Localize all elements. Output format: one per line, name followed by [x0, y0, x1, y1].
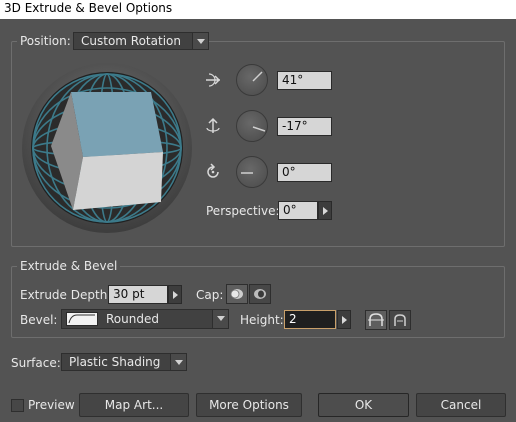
height-label: Height:	[240, 313, 284, 327]
rotate-y-axis-icon	[203, 116, 223, 136]
y-rotation-field[interactable]: -17°	[277, 117, 332, 136]
cap-label: Cap:	[196, 288, 224, 302]
rotate-x-axis-icon	[203, 70, 223, 90]
ok-button[interactable]: OK	[318, 393, 409, 417]
height-field[interactable]: 2	[284, 310, 336, 329]
chevron-down-icon	[192, 33, 208, 49]
extrude-depth-field[interactable]: 30 pt	[108, 285, 168, 304]
bevel-preview-icon	[66, 312, 98, 326]
bevel-dropdown[interactable]: Rounded	[61, 309, 229, 329]
y-rotation-knob[interactable]	[236, 110, 268, 142]
surface-label: Surface:	[11, 356, 61, 370]
rotation-track-cube[interactable]	[21, 62, 193, 234]
perspective-slider-toggle[interactable]	[318, 201, 332, 220]
more-options-button[interactable]: More Options	[196, 393, 302, 417]
position-label: Position:	[17, 34, 74, 48]
cap-on-icon[interactable]	[226, 284, 248, 304]
height-slider-toggle[interactable]	[337, 310, 351, 329]
x-rotation-knob[interactable]	[236, 64, 268, 96]
window-title: 3D Extrude & Bevel Options	[0, 0, 516, 19]
cancel-button[interactable]: Cancel	[416, 393, 506, 417]
bevel-extent-out-icon[interactable]	[365, 310, 387, 330]
perspective-label: Perspective:	[206, 204, 280, 218]
rotate-z-axis-icon	[203, 162, 223, 182]
surface-value: Plastic Shading	[69, 355, 161, 369]
bevel-label: Bevel:	[20, 313, 58, 327]
x-rotation-field[interactable]: 41°	[277, 71, 332, 90]
chevron-down-icon	[170, 354, 186, 370]
preview-checkbox[interactable]	[11, 399, 24, 412]
surface-dropdown[interactable]: Plastic Shading	[61, 353, 187, 371]
extrude-depth-slider-toggle[interactable]	[168, 285, 182, 304]
position-preset-dropdown[interactable]: Custom Rotation	[73, 32, 209, 50]
position-preset-value: Custom Rotation	[81, 34, 181, 48]
perspective-field[interactable]: 0°	[278, 201, 318, 220]
chevron-down-icon	[212, 310, 228, 328]
extrude-depth-label: Extrude Depth:	[20, 288, 112, 302]
z-rotation-field[interactable]: 0°	[277, 163, 332, 182]
preview-label[interactable]: Preview	[28, 398, 75, 412]
bevel-value: Rounded	[106, 312, 159, 326]
extrude-bevel-label: Extrude & Bevel	[17, 259, 121, 273]
map-art-button[interactable]: Map Art...	[79, 393, 189, 417]
z-rotation-knob[interactable]	[236, 156, 268, 188]
cap-off-icon[interactable]	[249, 284, 271, 304]
bevel-extent-in-icon[interactable]	[389, 310, 411, 330]
